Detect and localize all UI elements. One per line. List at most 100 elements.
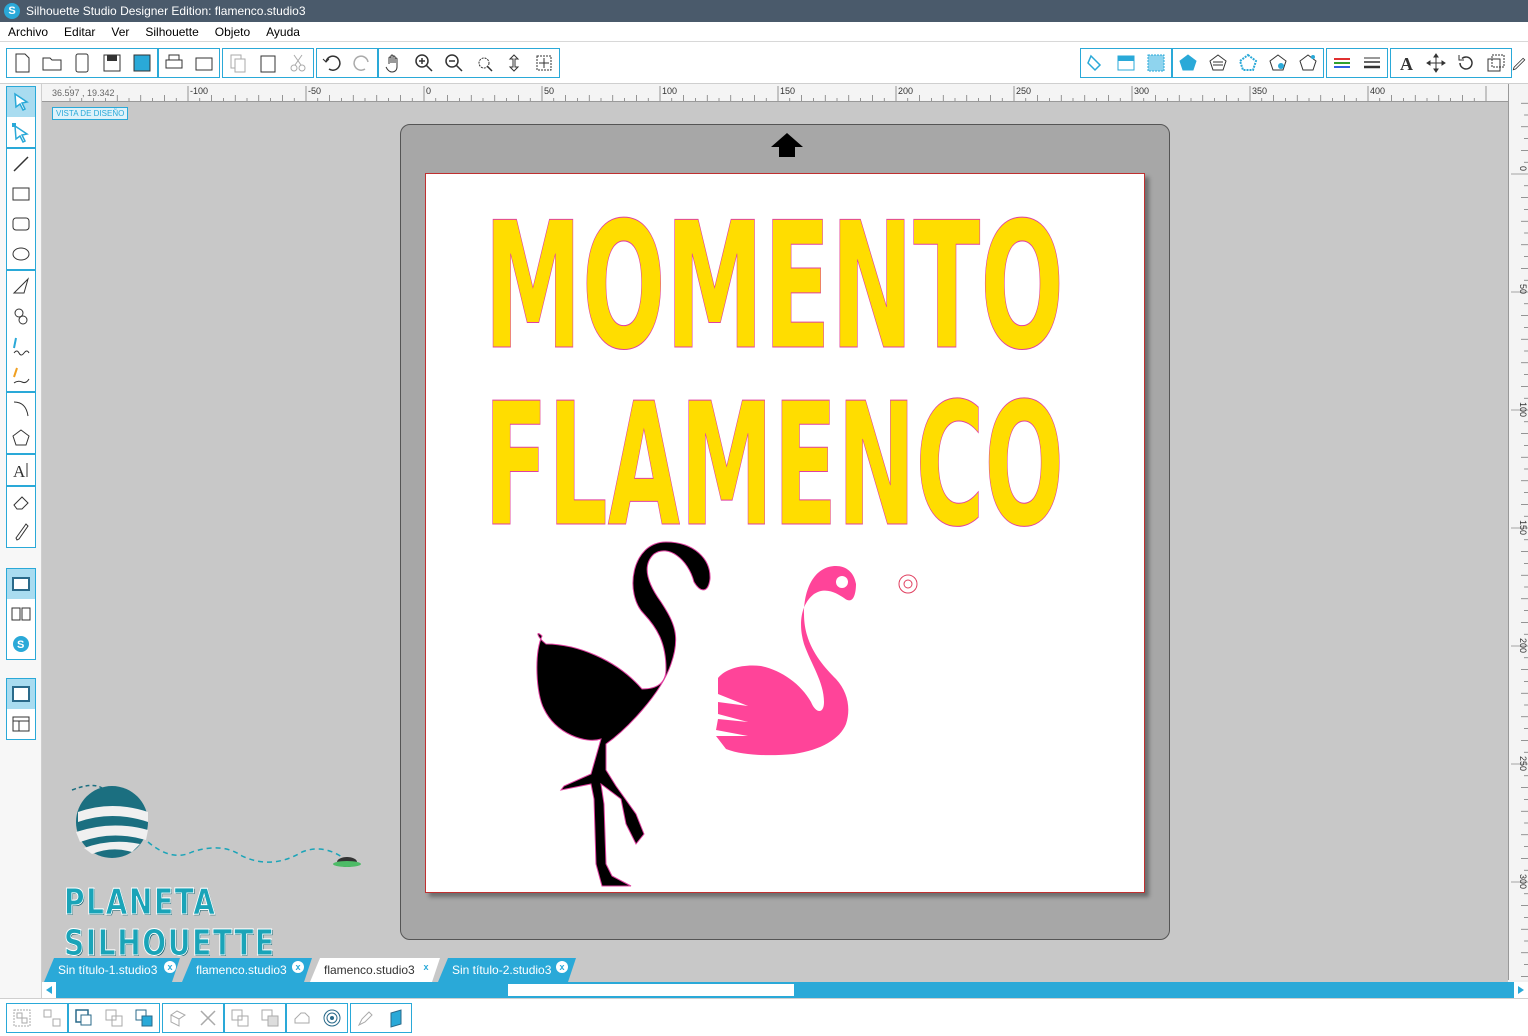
- library-button[interactable]: [67, 49, 97, 77]
- zoom-in-button[interactable]: [409, 49, 439, 77]
- copy-button[interactable]: [223, 49, 253, 77]
- paste-button[interactable]: [253, 49, 283, 77]
- design-page[interactable]: MOMENTO FLAMENCO: [425, 173, 1145, 893]
- title-bar: S Silhouette Studio Designer Edition: fl…: [0, 0, 1528, 22]
- horizontal-scrollbar[interactable]: [42, 982, 1528, 998]
- design-canvas[interactable]: MOMENTO FLAMENCO: [426, 174, 1146, 894]
- pink-flamingo[interactable]: [716, 566, 856, 756]
- send-to-silhouette-button[interactable]: [381, 1004, 411, 1032]
- freehand-tool-button[interactable]: [7, 331, 35, 361]
- close-icon[interactable]: x: [164, 961, 176, 973]
- cut-button[interactable]: [283, 49, 313, 77]
- edit-points-button[interactable]: [7, 117, 35, 147]
- print-cut-button[interactable]: [189, 49, 219, 77]
- duplicate-button[interactable]: [225, 1004, 255, 1032]
- make-compound-button[interactable]: [69, 1004, 99, 1032]
- tab-sin-titulo-1[interactable]: Sin título-1.studio3 x: [44, 958, 180, 982]
- eraser-tool-button[interactable]: [7, 487, 35, 517]
- ellipse-tool-button[interactable]: [7, 239, 35, 269]
- single-window-button[interactable]: [7, 679, 35, 709]
- store-view-button[interactable]: S: [7, 629, 35, 659]
- fill-color-button[interactable]: [1081, 49, 1111, 77]
- save-library-button[interactable]: [127, 49, 157, 77]
- split-window-button[interactable]: [7, 709, 35, 739]
- delete-button[interactable]: [193, 1004, 223, 1032]
- library-view-button[interactable]: [7, 599, 35, 629]
- open-file-button[interactable]: [37, 49, 67, 77]
- pattern-icon: [1147, 54, 1165, 72]
- menu-objeto[interactable]: Objeto: [207, 25, 258, 39]
- regular-polygon-tool-button[interactable]: [7, 423, 35, 453]
- ungroup-button[interactable]: [37, 1004, 67, 1032]
- zoom-select-button[interactable]: [469, 49, 499, 77]
- pattern-button[interactable]: [1141, 49, 1171, 77]
- design-view-button[interactable]: [7, 569, 35, 599]
- weld-button[interactable]: [287, 1004, 317, 1032]
- arc-tool-button[interactable]: [7, 393, 35, 423]
- offset-tool-button[interactable]: [317, 1004, 347, 1032]
- line-tool-button[interactable]: [7, 149, 35, 179]
- print-tools-group: [158, 48, 220, 78]
- rotate-button[interactable]: [1451, 49, 1481, 77]
- group-button[interactable]: [7, 1004, 37, 1032]
- shape-ops-tools: [162, 1003, 224, 1033]
- text-style-button[interactable]: A: [1391, 49, 1421, 77]
- design-workspace[interactable]: VISTA DE DISEÑO MOMENTO FLAMENCO PLANETA…: [42, 102, 1508, 956]
- undo-button[interactable]: [317, 49, 347, 77]
- line-style-button[interactable]: [1203, 49, 1233, 77]
- color-lines-button[interactable]: [1327, 49, 1357, 77]
- curve-tool-button[interactable]: [7, 301, 35, 331]
- offset-button[interactable]: [1293, 49, 1323, 77]
- menu-ayuda[interactable]: Ayuda: [258, 25, 308, 39]
- momento-text[interactable]: MOMENTO: [483, 184, 1064, 389]
- window-icon: [12, 686, 30, 702]
- menu-silhouette[interactable]: Silhouette: [137, 25, 206, 39]
- document-tabs: Sin título-1.studio3 x flamenco.studio3 …: [42, 956, 1508, 982]
- shadow-button[interactable]: [1263, 49, 1293, 77]
- menu-ver[interactable]: Ver: [103, 25, 137, 39]
- tab-flamenco-active[interactable]: flamenco.studio3 x: [310, 958, 440, 982]
- scale-button[interactable]: [1481, 49, 1511, 77]
- rounded-rect-tool-button[interactable]: [7, 209, 35, 239]
- compound-path-icon: [75, 1009, 92, 1026]
- more-tools-button[interactable]: [1510, 50, 1528, 78]
- select-tool-button[interactable]: [7, 87, 35, 117]
- menu-editar[interactable]: Editar: [56, 25, 103, 39]
- menu-archivo[interactable]: Archivo: [0, 25, 56, 39]
- misc-tools: [286, 1003, 348, 1033]
- rotation-handle-icon[interactable]: [898, 574, 918, 594]
- save-button[interactable]: [97, 49, 127, 77]
- pan-button[interactable]: [379, 49, 409, 77]
- fit-page-button[interactable]: [529, 49, 559, 77]
- replicate-button[interactable]: [163, 1004, 193, 1032]
- gradient-button[interactable]: [1111, 49, 1141, 77]
- transform-button[interactable]: [1421, 49, 1451, 77]
- new-file-button[interactable]: [7, 49, 37, 77]
- scrollbar-thumb[interactable]: [508, 984, 794, 996]
- trace-button[interactable]: [351, 1004, 381, 1032]
- rectangle-tool-button[interactable]: [7, 179, 35, 209]
- knife-tool-button[interactable]: [7, 517, 35, 547]
- close-icon[interactable]: x: [556, 961, 568, 973]
- release-compound-button[interactable]: [99, 1004, 129, 1032]
- text-tool-button[interactable]: A: [7, 455, 35, 485]
- line-color-button[interactable]: [1233, 49, 1263, 77]
- close-icon[interactable]: x: [292, 961, 304, 973]
- redo-button[interactable]: [347, 49, 377, 77]
- polygon-tool-button[interactable]: [7, 271, 35, 301]
- smooth-freehand-tool-button[interactable]: [7, 361, 35, 391]
- flamenco-text[interactable]: FLAMENCO: [484, 367, 1065, 566]
- drag-zoom-button[interactable]: [499, 49, 529, 77]
- black-flamingo[interactable]: [536, 541, 711, 887]
- tab-flamenco-1[interactable]: flamenco.studio3 x: [182, 958, 312, 982]
- print-button[interactable]: [159, 49, 189, 77]
- fill-panel-button[interactable]: [1173, 49, 1203, 77]
- bring-front-button[interactable]: [129, 1004, 159, 1032]
- tab-sin-titulo-2[interactable]: Sin título-2.studio3 x: [438, 958, 576, 982]
- scroll-left-arrow-icon[interactable]: [42, 982, 56, 998]
- line-weight-button[interactable]: [1357, 49, 1387, 77]
- scroll-right-arrow-icon[interactable]: [1514, 982, 1528, 998]
- close-icon[interactable]: x: [420, 961, 432, 973]
- mirror-button[interactable]: [255, 1004, 285, 1032]
- zoom-out-button[interactable]: [439, 49, 469, 77]
